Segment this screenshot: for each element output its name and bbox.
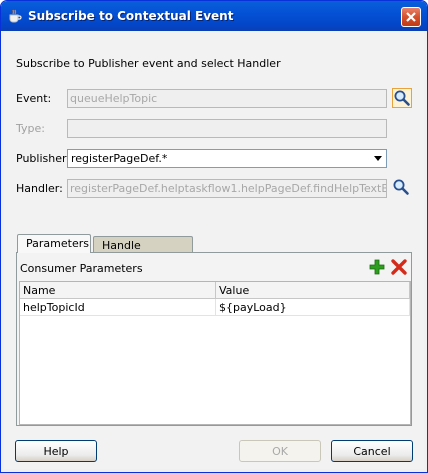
dialog-title: Subscribe to Contextual Event [28, 9, 234, 23]
close-icon [406, 12, 416, 22]
type-label: Type: [16, 122, 45, 135]
ok-button[interactable]: OK [239, 440, 321, 462]
close-button[interactable] [401, 7, 421, 27]
help-button[interactable]: Help [15, 440, 97, 462]
column-header-name[interactable]: Name [20, 282, 216, 299]
cell-name[interactable]: helpTopicId [20, 299, 216, 316]
search-icon [393, 179, 409, 195]
delete-icon [391, 259, 407, 275]
handler-label: Handler: [16, 182, 63, 195]
add-parameter-button[interactable] [368, 258, 386, 276]
event-search-button[interactable] [392, 88, 412, 108]
publisher-select[interactable]: registerPageDef.* [67, 149, 387, 168]
ok-button-label: OK [272, 445, 288, 458]
cancel-button-label: Cancel [353, 445, 391, 458]
cancel-button[interactable]: Cancel [331, 440, 413, 462]
column-header-value[interactable]: Value [216, 282, 410, 299]
event-field: queueHelpTopic [67, 89, 387, 108]
tab-parameters[interactable]: Parameters [17, 234, 91, 253]
chevron-down-icon [374, 156, 382, 161]
type-field [67, 119, 387, 138]
handler-field: registerPageDef.helptaskflow1.helpPageDe… [67, 179, 387, 198]
title-bar: Subscribe to Contextual Event [1, 1, 427, 31]
dialog-window: Subscribe to Contextual Event Subscribe … [0, 0, 428, 473]
publisher-label: Publisher: [16, 152, 71, 165]
parameters-table: Name Value helpTopicId ${payLoad} [19, 281, 411, 425]
help-button-label: Help [43, 445, 69, 458]
publisher-selected-value: registerPageDef.* [71, 152, 168, 165]
search-icon [394, 90, 410, 106]
event-label: Event: [16, 92, 52, 105]
remove-parameter-button[interactable] [390, 258, 408, 276]
instruction-text: Subscribe to Publisher event and select … [16, 57, 281, 70]
tab-parameters-label: Parameters [26, 237, 89, 250]
cell-value[interactable]: ${payLoad} [216, 299, 410, 316]
handler-search-button[interactable] [392, 178, 412, 198]
coffee-cup-icon [9, 9, 22, 23]
consumer-parameters-label: Consumer Parameters [20, 262, 143, 275]
plus-icon [369, 259, 385, 275]
